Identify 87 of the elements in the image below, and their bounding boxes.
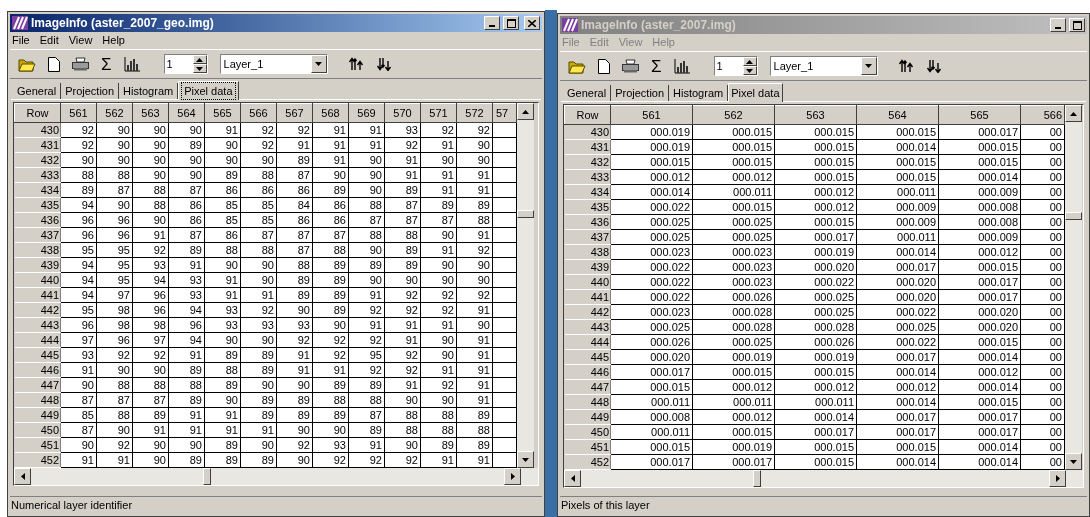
column-header: 566 <box>240 103 277 123</box>
app-logo-icon <box>562 18 578 32</box>
tab[interactable]: Pixel data <box>728 83 783 102</box>
layer-dropdown[interactable]: Layer_1 <box>769 56 878 76</box>
down-arrow-icon <box>865 64 872 68</box>
close-button[interactable] <box>524 16 540 30</box>
tab[interactable]: Pixel data <box>178 81 239 100</box>
sort-descending-icon[interactable] <box>375 57 392 71</box>
down-arrow-icon <box>196 66 203 71</box>
left-arrow-icon <box>570 475 575 482</box>
maximize-button[interactable] <box>503 16 519 30</box>
minimize-icon <box>1055 27 1061 29</box>
new-document-icon[interactable] <box>598 58 610 74</box>
layer-number-spinner[interactable]: 1 <box>163 54 208 74</box>
scrollbar-thumb[interactable] <box>203 468 211 485</box>
up-arrow-icon <box>1070 111 1077 116</box>
menu-item[interactable]: Help <box>102 32 125 49</box>
up-arrow-icon <box>746 59 753 64</box>
menu-item[interactable]: Edit <box>39 32 59 49</box>
status-text: Numerical layer identifier <box>11 498 133 514</box>
maximize-icon <box>506 18 516 28</box>
up-arrow-icon <box>522 109 529 114</box>
window-title: ImageInfo (aster_2007.img) <box>581 17 736 34</box>
column-header: 567 <box>276 103 313 123</box>
column-header: 565 <box>938 105 1021 125</box>
column-header: 561 <box>60 103 97 123</box>
maximize-icon <box>1072 20 1082 30</box>
column-header: 565 <box>204 103 241 123</box>
horizontal-scrollbar[interactable] <box>14 468 538 485</box>
maximize-button[interactable] <box>1069 18 1085 32</box>
right-arrow-icon <box>1055 475 1060 482</box>
printer-icon[interactable] <box>622 59 639 73</box>
status-text: Pixels of this layer <box>561 498 650 514</box>
scrollbar-thumb[interactable] <box>517 210 534 218</box>
vertical-scrollbar[interactable] <box>1065 105 1082 470</box>
sum-button[interactable]: Σ <box>651 57 662 75</box>
column-header: 563 <box>774 105 857 125</box>
window-title: ImageInfo (aster_2007_geo.img) <box>31 15 214 32</box>
column-header: Row <box>564 105 611 125</box>
menu-item[interactable]: File <box>12 32 30 49</box>
open-folder-icon[interactable] <box>18 56 36 72</box>
new-document-icon[interactable] <box>48 56 60 72</box>
left-arrow-icon <box>20 473 25 480</box>
tab[interactable]: General <box>563 85 612 101</box>
sort-ascending-icon[interactable] <box>347 57 364 71</box>
close-icon <box>528 19 536 27</box>
column-header: 566 <box>1020 105 1065 125</box>
menu-item[interactable]: View <box>68 32 93 49</box>
column-header: 561 <box>610 105 693 125</box>
tab[interactable]: General <box>13 83 62 99</box>
histogram-icon[interactable] <box>123 56 140 72</box>
column-header: 564 <box>168 103 205 123</box>
open-folder-icon[interactable] <box>568 58 586 74</box>
layer-dropdown[interactable]: Layer_1 <box>219 54 328 74</box>
column-header: 563 <box>132 103 169 123</box>
column-header: 569 <box>348 103 385 123</box>
minimize-icon <box>489 25 495 27</box>
column-header: 571 <box>420 103 457 123</box>
tab[interactable]: Projection <box>61 83 120 99</box>
sort-ascending-icon[interactable] <box>897 59 914 73</box>
column-header: 564 <box>856 105 939 125</box>
app-logo-icon <box>12 16 28 30</box>
down-arrow-icon <box>1070 459 1077 464</box>
histogram-icon[interactable] <box>673 58 690 74</box>
down-arrow-icon <box>522 457 529 462</box>
scrollbar-thumb[interactable] <box>1065 212 1082 220</box>
sum-button[interactable]: Σ <box>101 55 112 73</box>
column-header: 570 <box>384 103 421 123</box>
column-header: 562 <box>692 105 775 125</box>
minimize-button[interactable] <box>484 16 500 30</box>
layer-number-spinner[interactable]: 1 <box>713 56 758 76</box>
column-header: 57 <box>492 103 517 123</box>
scrollbar-thumb[interactable] <box>753 470 761 487</box>
down-arrow-icon <box>746 68 753 73</box>
column-header: 562 <box>96 103 133 123</box>
column-header: Row <box>14 103 61 123</box>
column-header: 572 <box>456 103 493 123</box>
down-arrow-icon <box>315 62 322 66</box>
right-arrow-icon <box>510 473 515 480</box>
minimize-button[interactable] <box>1050 18 1066 32</box>
horizontal-scrollbar[interactable] <box>564 470 1083 487</box>
printer-icon[interactable] <box>72 57 89 71</box>
vertical-scrollbar[interactable] <box>517 103 534 468</box>
sort-descending-icon[interactable] <box>925 59 942 73</box>
tab[interactable]: Projection <box>611 85 670 101</box>
column-header: 568 <box>312 103 349 123</box>
up-arrow-icon <box>196 57 203 62</box>
